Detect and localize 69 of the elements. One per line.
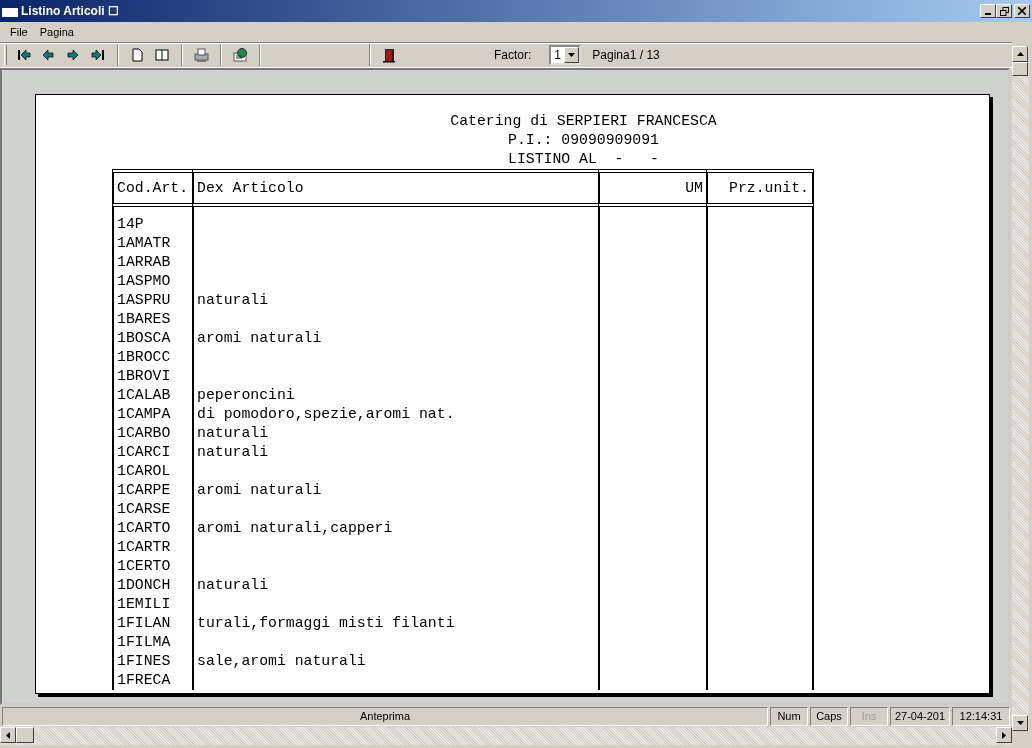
table-cell: naturali [197,292,269,308]
vertical-scrollbar[interactable] [1012,46,1029,731]
table-cell: 1CARPE [117,482,171,498]
status-panel: 27-04-201 [890,707,950,726]
horizontal-scrollbar[interactable] [0,727,1012,745]
close-icon [1018,7,1026,15]
report-heading: Catering di SERPIERI FRANCESCA [450,112,717,131]
table-cell: aromi naturali,capperi [197,520,393,536]
table-cell: 1CERTO [117,558,171,574]
scroll-thumb[interactable] [16,727,34,743]
table-cell: 1CALAB [117,387,171,403]
report-heading: P.I.: 09090909091 [508,131,659,150]
status-panel: Caps [810,707,848,726]
table-cell: 1ASPRU [117,292,171,308]
factor-label: Factor: [494,47,532,64]
table-cell: 1ARRAB [117,254,171,270]
table-cell: naturali [197,425,269,441]
table-cell: 1ASPMO [117,273,171,289]
table-cell: naturali [197,444,269,460]
table-cell: 1AMATR [117,235,171,251]
table-cell: 14P [117,216,144,232]
scroll-right-icon[interactable] [996,727,1012,743]
status-panel: 12:14:31 [952,707,1010,726]
menu-item[interactable]: Pagina [33,23,80,41]
restore-button[interactable] [996,4,1012,18]
table-cell: 1BROVI [117,368,171,384]
table-cell: naturali [197,577,269,593]
table-cell: 1FRECA [117,672,171,688]
table-cell: peperoncini [197,387,295,403]
window-title: Listino Articoli ☐ [21,3,120,20]
table-cell: 1EMILI [117,596,171,612]
table-cell: 1CARCI [117,444,171,460]
table-cell: sale,aromi naturali [197,653,366,669]
column-header: Prz.unit. [706,169,814,207]
table-cell: aromi naturali [197,482,322,498]
table-cell: 1CAROL [117,463,171,479]
table-cell: 1CARSE [117,501,171,517]
table-cell: turali,formaggi misti filanti [197,615,455,631]
table-cell: 1CAMPA [117,406,171,422]
report-heading: LISTINO AL - - [508,150,659,169]
column-header: Dex Articolo [192,169,598,207]
menu-item[interactable]: File [4,23,34,41]
table-cell: 1FINES [117,653,171,669]
dropdown-arrow-icon [568,53,576,57]
scroll-left-icon[interactable] [0,727,16,743]
window-icon [2,5,18,17]
scroll-thumb[interactable] [1012,62,1028,76]
column-header: Cod.Art. [112,169,192,207]
table-cell: 1BOSCA [117,330,171,346]
close-button[interactable] [1014,4,1030,18]
status-panel: Anteprima [2,707,768,726]
scroll-up-icon[interactable] [1012,46,1028,62]
table-cell: 1BARES [117,311,171,327]
table-cell: aromi naturali [197,330,322,346]
scroll-down-icon[interactable] [1012,715,1028,731]
page-indicator: Pagina1 / 13 [592,47,660,64]
minimize-button[interactable] [980,4,996,18]
table-cell: 1FILMA [117,634,171,650]
table-cell: 1BROCC [117,349,171,365]
column-header: UM [598,169,706,207]
table-cell: 1DONCH [117,577,171,593]
restore-icon [999,6,1009,16]
table-cell: 1CARTO [117,520,171,536]
table-cell: di pomodoro,spezie,aromi nat. [197,406,455,422]
factor-dropdown[interactable]: 1 [549,45,582,65]
table-cell: 1FILAN [117,615,171,631]
status-panel: Num [770,707,808,726]
table-cell: 1CARBO [117,425,171,441]
table-cell: 1CARTR [117,539,171,555]
